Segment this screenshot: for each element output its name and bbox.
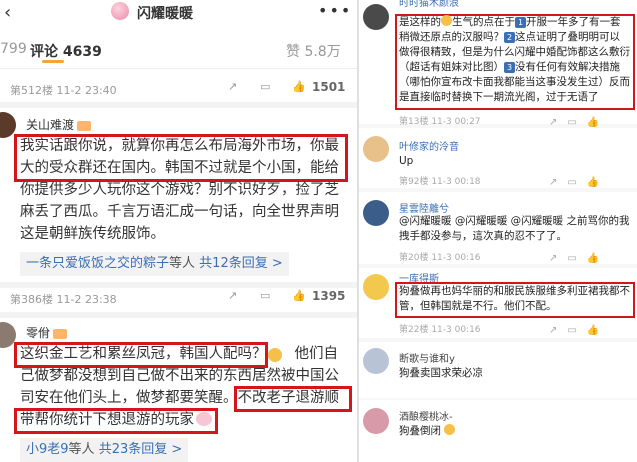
comment-text: Up	[399, 155, 414, 167]
replies-summary[interactable]: 小9老9等人 共23条回复 >	[20, 438, 189, 462]
back-icon[interactable]: ‹	[4, 2, 11, 23]
number-2-icon: 2	[504, 32, 515, 43]
account-avatar[interactable]	[111, 2, 129, 20]
comment-text-line: 管，但韩国就是不行。他们不配。	[399, 300, 557, 312]
comment-floor-meta: 第22楼 11-3 00:16	[399, 325, 481, 335]
like-count: 1395	[312, 289, 346, 303]
top-bar: ‹ 闪耀暖暖 •••	[0, 0, 357, 26]
comment-text-line: 你提供多少人玩你这个游戏？别不识好歹，捡了芝	[20, 182, 339, 198]
vip-badge-icon	[53, 328, 68, 339]
comment-text-line: 麻丢了西瓜。千言万语汇成一句话，向全世界声明	[20, 204, 339, 220]
comment-username[interactable]: 星雲陸離兮	[399, 200, 449, 215]
comment-username[interactable]: 关山难渡	[26, 116, 92, 133]
number-1-icon: 1	[515, 17, 526, 28]
comment-icon[interactable]: ▭	[260, 80, 270, 93]
tab-comments[interactable]: 评论 4639	[30, 41, 102, 61]
comment-text-line: 稍微还原点的汉服吗？ 2 这点证明了叠明明可以	[399, 31, 620, 43]
like-icon[interactable]: 👍	[292, 80, 306, 93]
user-avatar[interactable]	[363, 348, 389, 374]
comment-tabs: 799 评论 4639 赞 5.8万	[0, 38, 357, 63]
comment-floor-meta: 第386楼 11-2 23:38	[10, 293, 117, 306]
comment-text-line: 狗叠做再也妈华丽的和服民族服维多利亚裙我都不	[399, 285, 630, 297]
comment-actions[interactable]: ↗ ▭ 👍	[549, 321, 599, 336]
comment-username[interactable]: 零佾	[26, 324, 68, 341]
user-avatar[interactable]	[363, 200, 389, 226]
comment-actions[interactable]: ↗ ▭ 👍	[549, 249, 599, 264]
comment-actions: ↗ ▭ 👍 1395	[228, 289, 356, 305]
list-item: 星雲陸離兮 @闪耀暖暖 @闪耀暖暖 @闪耀暖暖 之前骂你的我 拽手都没参与，這次…	[359, 192, 637, 264]
user-avatar[interactable]	[363, 4, 389, 30]
comment-username[interactable]: 时时猫木颜浪	[399, 0, 459, 9]
divider	[0, 312, 357, 318]
comment-text-line: 大的受众群还在国内。韩国不过就是个小国，能给	[20, 160, 339, 176]
comment-text-line: 司安在他们头上，做梦都要笑醒。不改老子退游顺	[20, 390, 339, 406]
comment-text-line: 做得很精致，但是为什么闪耀中婚配饰都这么敷衍	[399, 46, 630, 58]
share-icon[interactable]: ↗	[228, 289, 237, 302]
comment-text-line: （哪怕你宣布改卡面我都能当这事没发生过）反而	[399, 76, 630, 88]
vip-badge-icon	[77, 120, 92, 131]
more-icon[interactable]: •••	[318, 1, 352, 20]
comment-username[interactable]: 叶修家的泠音	[399, 138, 459, 153]
comment-text: 狗叠卖国求荣必凉	[399, 367, 483, 379]
comment-floor-meta: 第13楼 11-3 00:27	[399, 117, 481, 127]
comment-text-line: 拽手都没参与，這次真的忍不了了。	[399, 230, 567, 242]
emoji-icon	[444, 424, 456, 435]
user-avatar[interactable]	[363, 274, 389, 300]
tab-reposts[interactable]: 799	[0, 41, 27, 57]
left-screenshot: ‹ 闪耀暖暖 ••• 799 评论 4639 赞 5.8万 第512楼 11-2…	[0, 0, 357, 462]
comment-text-line: 这织金工艺和累丝凤冠，韩国人配吗？ 他们自	[20, 346, 338, 362]
pig-emoji-icon	[196, 412, 212, 426]
active-tab-indicator	[42, 60, 64, 63]
comment-text-line: 带帮你统计下想退游的玩家	[20, 412, 194, 428]
comment-username[interactable]: 酒酿樱桃冰-	[399, 408, 453, 423]
replies-summary[interactable]: 一条只爱饭饭之交的粽子等人 共12条回复 >	[20, 252, 289, 276]
like-count: 1501	[312, 80, 346, 94]
comment-icon[interactable]: ▭	[260, 289, 270, 302]
tab-likes[interactable]: 赞 5.8万	[286, 41, 341, 61]
list-item: 酒酿樱桃冰- 狗叠倒闭	[359, 400, 637, 462]
comment-text-line: 我实话跟你说，就算你再怎么布局海外市场，你最	[20, 138, 339, 154]
comment-text-line: 是这样的 生气的点在于 1 开服一年多了有一套	[399, 15, 621, 28]
comment-text: 狗叠倒闭	[399, 424, 456, 439]
comment-text-line: 是直接临时替换下一期流光阁，过于无语了	[399, 91, 599, 103]
divider	[0, 282, 357, 288]
user-avatar[interactable]	[363, 408, 389, 434]
list-item: 时时猫木颜浪 是这样的 生气的点在于 1 开服一年多了有一套 稍微还原点的汉服吗？ 2 这…	[359, 0, 637, 128]
angry-emoji-icon	[441, 15, 452, 26]
like-icon[interactable]: 👍	[292, 289, 306, 302]
comment-text-line: 这是朝鲜族传统服饰。	[20, 226, 165, 242]
comment-actions[interactable]: ↗ ▭ 👍	[549, 113, 599, 128]
comment-text-line: @闪耀暖暖 @闪耀暖暖 @闪耀暖暖 之前骂你的我	[399, 215, 630, 227]
page-title: 闪耀暖暖	[137, 6, 193, 22]
user-avatar[interactable]	[363, 136, 389, 162]
comment-floor-meta: 第20楼 11-3 00:16	[399, 253, 481, 263]
comment-floor-meta: 第92楼 11-3 00:18	[399, 177, 481, 187]
comment-text-line: （超话有姐妹对比图） 3 没有任何有效解决措施	[399, 61, 620, 73]
divider	[0, 102, 357, 108]
grin-emoji-icon	[268, 348, 282, 362]
right-screenshot: 时时猫木颜浪 是这样的 生气的点在于 1 开服一年多了有一套 稍微还原点的汉服吗？ 2 这…	[359, 0, 637, 462]
list-item: 断歌与谁和y 狗叠卖国求荣必凉	[359, 342, 637, 398]
comment-actions[interactable]: ↗ ▭ 👍	[549, 173, 599, 188]
comment-text-line: 己做梦都没想到自己做不出来的东西居然被中国公	[20, 368, 339, 384]
share-icon[interactable]: ↗	[228, 80, 237, 93]
comment-username[interactable]: 断歌与谁和y	[399, 350, 455, 365]
number-3-icon: 3	[504, 62, 515, 73]
comment-actions: ↗ ▭ 👍 1501	[228, 80, 356, 96]
list-item: 叶修家的泠音 Up 第92楼 11-3 00:18 ↗ ▭ 👍	[359, 128, 637, 188]
divider	[0, 68, 357, 69]
comment-floor-meta: 第512楼 11-2 23:40	[10, 84, 117, 97]
list-item: 一库得斯 狗叠做再也妈华丽的和服民族服维多利亚裙我都不 管，但韩国就是不行。他们…	[359, 268, 637, 338]
